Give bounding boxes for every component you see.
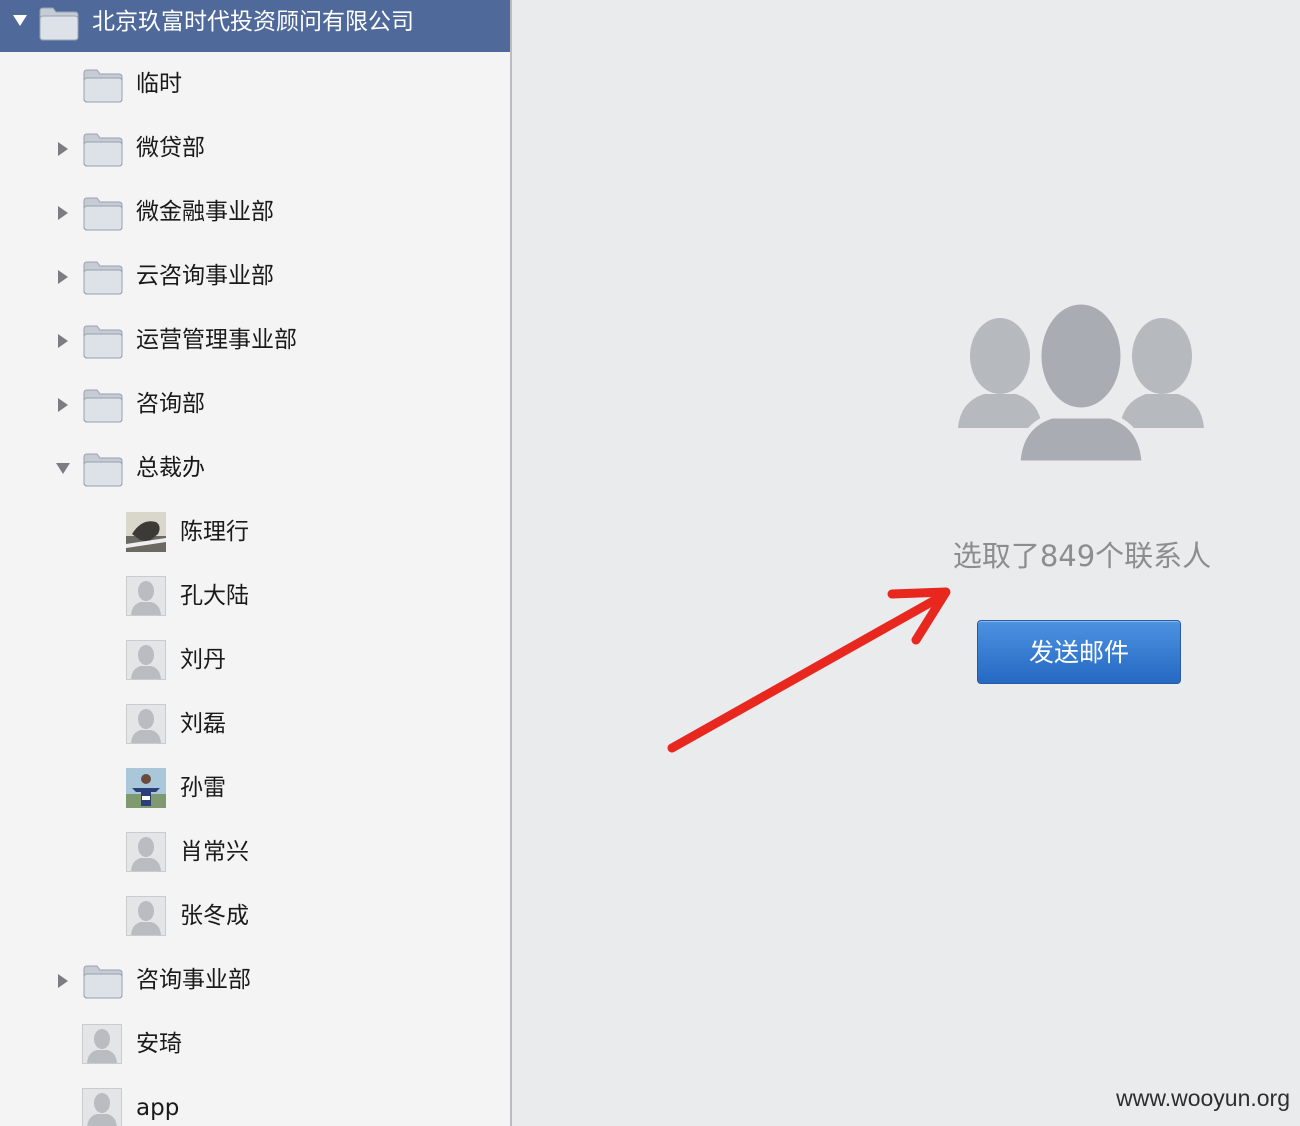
disclosure-collapsed-icon[interactable] — [57, 973, 69, 993]
tree-item-label: 临时 — [136, 71, 182, 97]
tree-item-label: 孙雷 — [180, 775, 226, 801]
tree-contact-row[interactable]: 孙雷 — [0, 757, 510, 821]
avatar-placeholder-icon — [126, 896, 166, 936]
avatar-photo — [126, 768, 166, 808]
tree-folder-row[interactable]: 微贷部 — [0, 117, 510, 181]
tree-item-label: 咨询部 — [136, 391, 205, 417]
folder-icon — [82, 195, 124, 235]
tree-root-label: 北京玖富时代投资顾问有限公司 — [92, 9, 414, 35]
folder-icon — [82, 131, 124, 171]
tree-folder-row[interactable]: 总裁办 — [0, 437, 510, 501]
selection-count-text: 选取了849个联系人 — [952, 539, 1212, 573]
avatar-placeholder-icon — [126, 704, 166, 744]
tree-contact-row[interactable]: 刘丹 — [0, 629, 510, 693]
tree-contact-row[interactable]: 肖常兴 — [0, 821, 510, 885]
tree-item-label: 微金融事业部 — [136, 199, 274, 225]
tree-folder-row[interactable]: 运营管理事业部 — [0, 309, 510, 373]
folder-icon — [82, 963, 124, 1003]
avatar-placeholder-icon — [82, 1088, 122, 1126]
tree-item-label: 总裁办 — [136, 455, 205, 481]
tree-contact-row[interactable]: app — [0, 1077, 510, 1126]
tree-item-label: 孔大陆 — [180, 583, 249, 609]
tree-folder-row[interactable]: 临时 — [0, 53, 510, 117]
disclosure-collapsed-icon[interactable] — [57, 141, 69, 161]
contacts-group-icon — [958, 299, 1204, 466]
tree-contact-row[interactable]: 孔大陆 — [0, 565, 510, 629]
send-email-button[interactable]: 发送邮件 — [977, 620, 1181, 684]
selection-pane: 选取了849个联系人 发送邮件 — [512, 0, 1300, 1126]
tree-item-label: 张冬成 — [180, 903, 249, 929]
tree-item-label: 刘丹 — [180, 647, 226, 673]
disclosure-expanded-icon[interactable] — [55, 461, 71, 480]
avatar-placeholder-icon — [126, 576, 166, 616]
tree-item-label: 运营管理事业部 — [136, 327, 297, 353]
avatar-placeholder-icon — [82, 1024, 122, 1064]
disclosure-expanded-icon[interactable] — [12, 13, 28, 27]
folder-icon — [39, 7, 79, 41]
disclosure-collapsed-icon[interactable] — [57, 269, 69, 289]
tree-item-label: app — [136, 1095, 180, 1121]
avatar-photo — [126, 512, 166, 552]
tree-item-label: 咨询事业部 — [136, 967, 251, 993]
tree-folder-row[interactable]: 云咨询事业部 — [0, 245, 510, 309]
avatar-placeholder-icon — [126, 640, 166, 680]
tree-item-label: 安琦 — [136, 1031, 182, 1057]
tree-contact-row[interactable]: 安琦 — [0, 1013, 510, 1077]
tree-item-label: 微贷部 — [136, 135, 205, 161]
tree-item-label: 刘磊 — [180, 711, 226, 737]
folder-icon — [82, 387, 124, 427]
contact-tree-sidebar: 北京玖富时代投资顾问有限公司 临时微贷部微金融事业部 云咨询事业部 运营管理事业部咨… — [0, 0, 512, 1126]
tree-folder-row[interactable]: 微金融事业部 — [0, 181, 510, 245]
folder-icon — [82, 259, 124, 299]
folder-icon — [82, 67, 124, 107]
watermark: www.wooyun.org — [1116, 1085, 1290, 1111]
tree-folder-row[interactable]: 咨询事业部 — [0, 949, 510, 1013]
folder-icon — [82, 451, 124, 491]
tree-contact-row[interactable]: 张冬成 — [0, 885, 510, 949]
tree-item-label: 陈理行 — [180, 519, 249, 545]
folder-icon — [82, 323, 124, 363]
disclosure-collapsed-icon[interactable] — [57, 333, 69, 353]
tree-contact-row[interactable]: 陈理行 — [0, 501, 510, 565]
avatar-placeholder-icon — [126, 832, 166, 872]
disclosure-collapsed-icon[interactable] — [57, 397, 69, 417]
tree-item-label: 肖常兴 — [180, 839, 249, 865]
tree-item-label: 云咨询事业部 — [136, 263, 274, 289]
tree-root-company[interactable]: 北京玖富时代投资顾问有限公司 — [0, 0, 510, 52]
tree-folder-row[interactable]: 咨询部 — [0, 373, 510, 437]
disclosure-collapsed-icon[interactable] — [57, 205, 69, 225]
tree-contact-row[interactable]: 刘磊 — [0, 693, 510, 757]
